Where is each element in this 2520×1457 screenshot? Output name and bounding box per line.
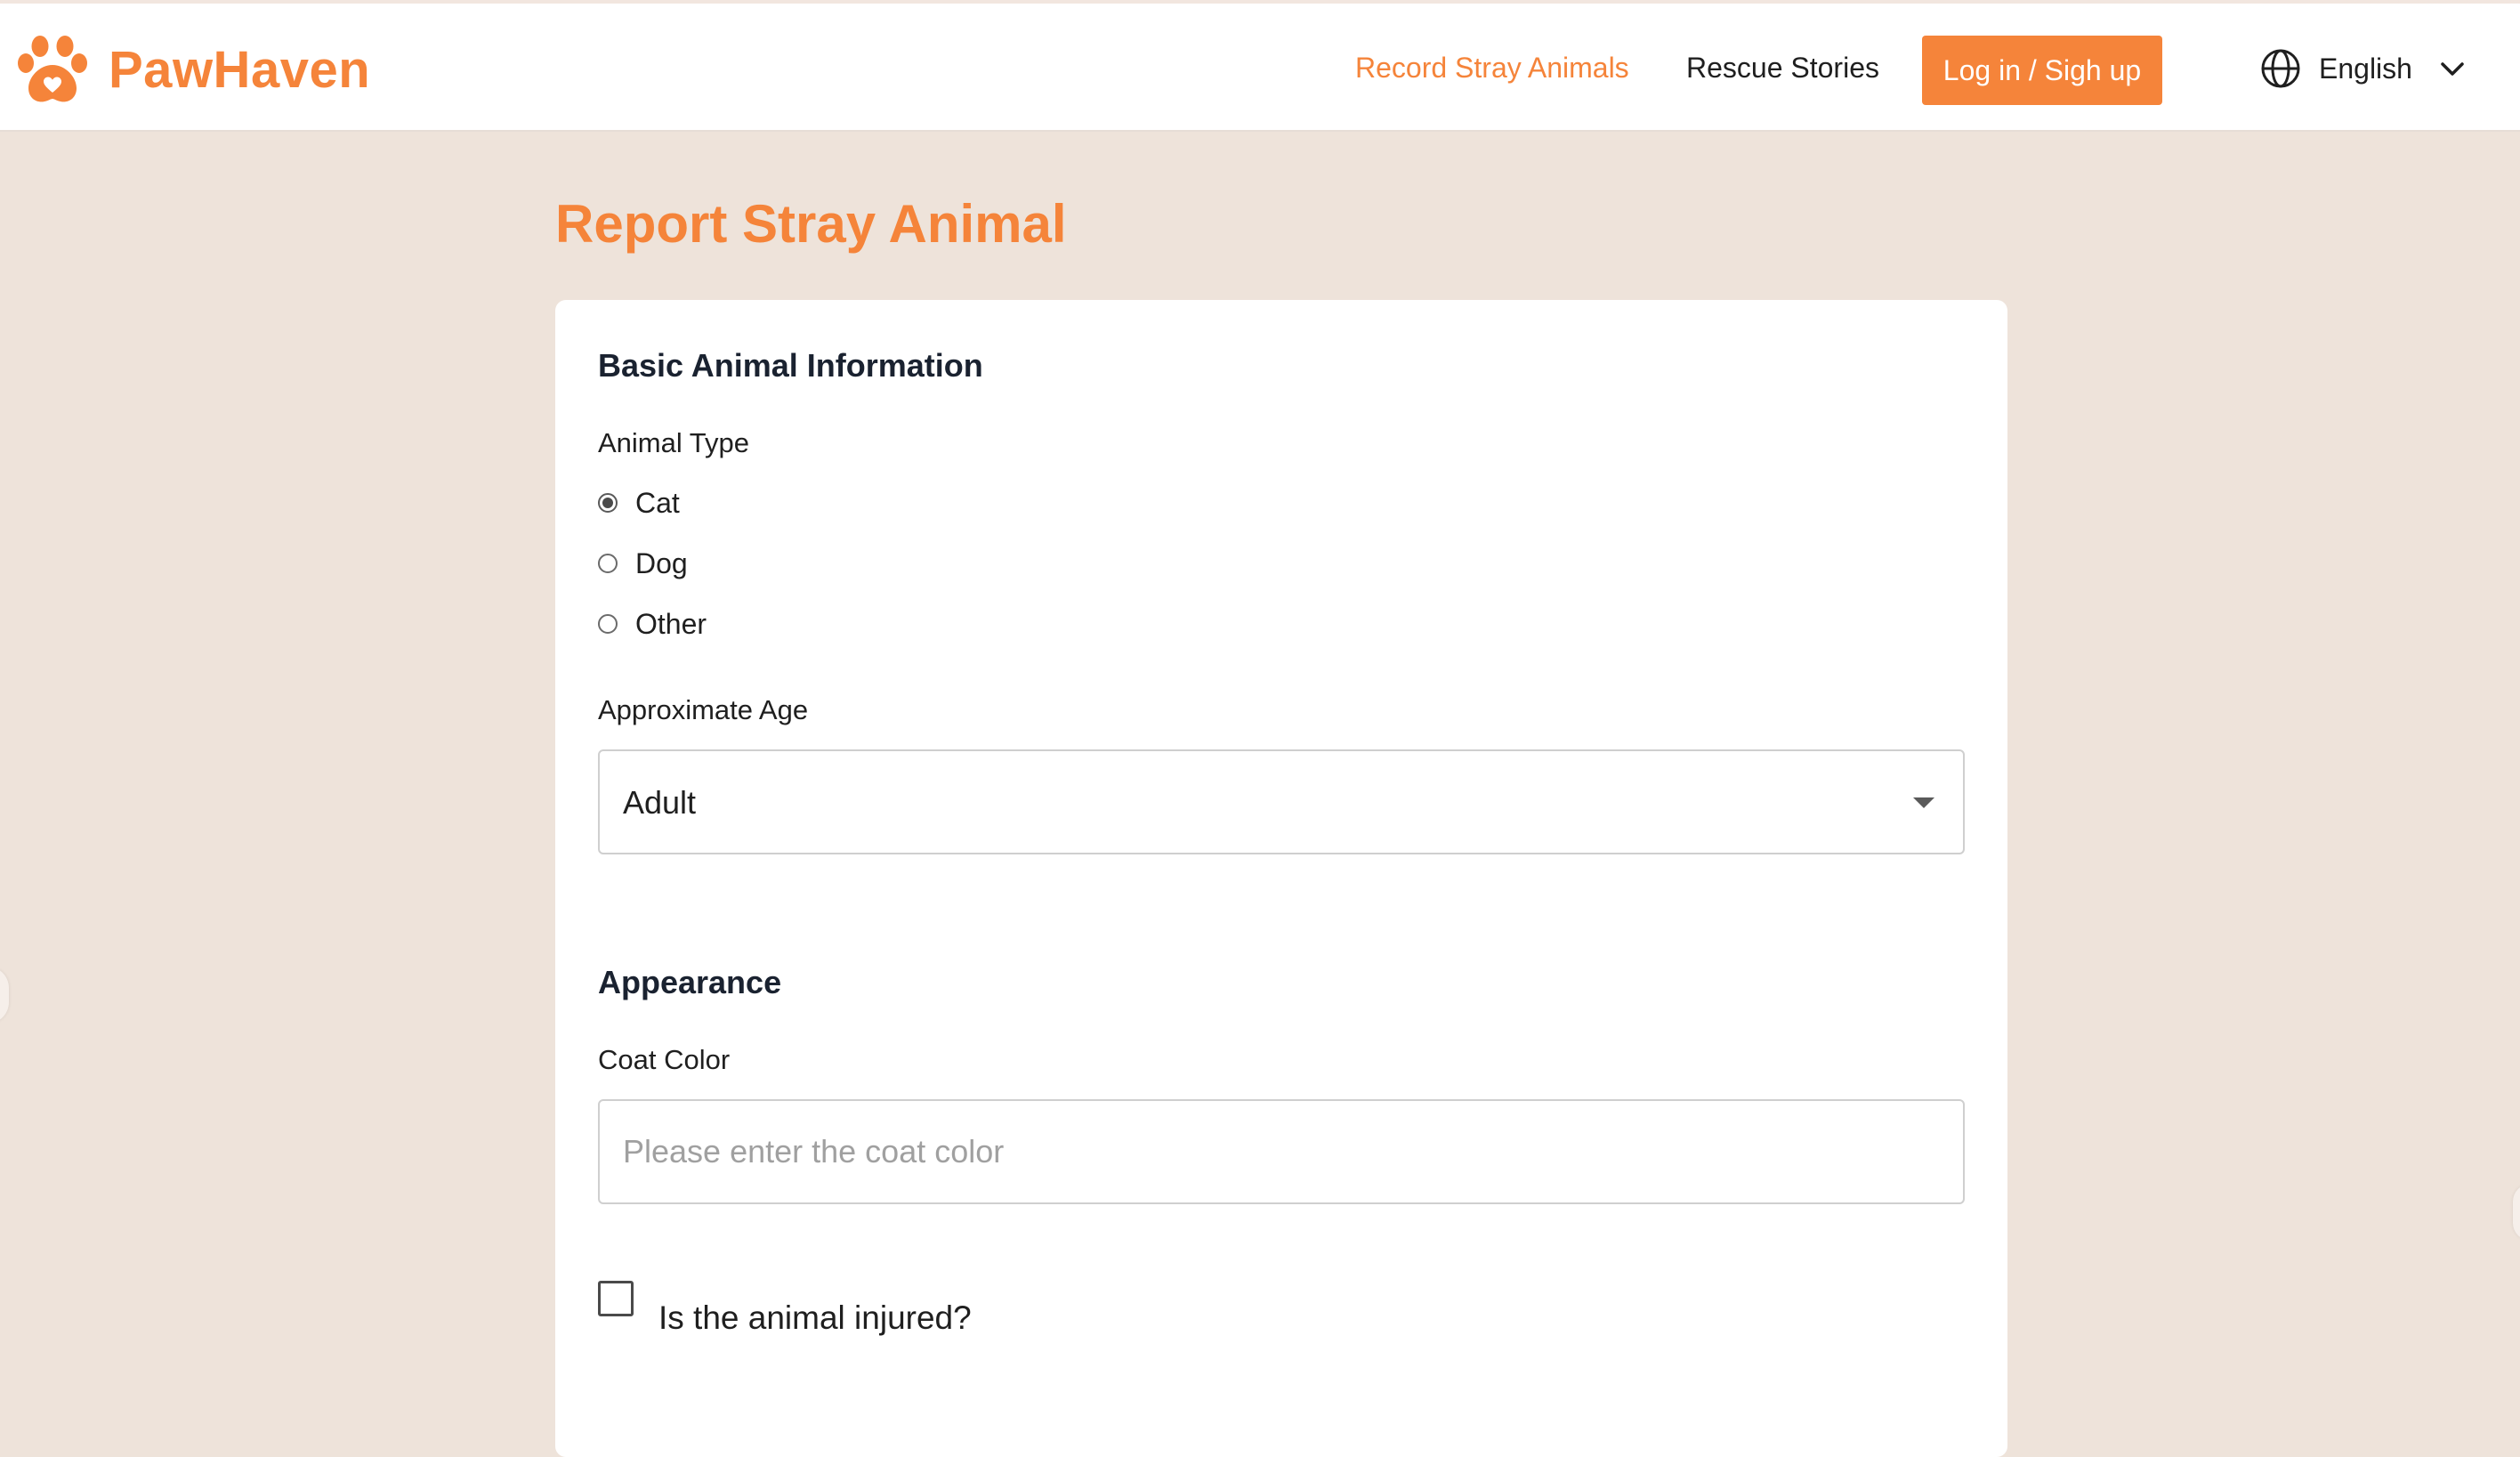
globe-icon: [2261, 49, 2300, 88]
nav-rescue-stories[interactable]: Rescue Stories: [1686, 50, 1879, 85]
chevron-down-icon: [2441, 62, 2464, 76]
radio-option-dog[interactable]: Dog: [598, 546, 688, 581]
section-title-basic-info: Basic Animal Information: [598, 347, 983, 384]
login-signup-button[interactable]: Log in / Sigh up: [1922, 36, 2162, 105]
paw-heart-icon: [18, 36, 87, 102]
animal-type-label: Animal Type: [598, 427, 750, 458]
language-selector[interactable]: English: [2260, 46, 2468, 91]
coat-color-label: Coat Color: [598, 1044, 731, 1075]
approximate-age-value: Adult: [623, 784, 697, 821]
left-edge-handle[interactable]: [0, 967, 9, 1024]
section-title-appearance: Appearance: [598, 964, 782, 1000]
radio-button-dog[interactable]: [598, 554, 618, 573]
language-label: English: [2319, 52, 2412, 85]
injured-checkbox[interactable]: [598, 1281, 634, 1316]
radio-option-cat[interactable]: Cat: [598, 485, 680, 521]
radio-label-other: Other: [635, 607, 707, 640]
radio-label-dog: Dog: [635, 546, 688, 579]
radio-button-cat[interactable]: [598, 493, 618, 513]
approximate-age-select[interactable]: Adult: [598, 749, 1965, 854]
radio-label-cat: Cat: [635, 486, 680, 519]
top-navigation-bar: PawHaven Record Stray Animals Rescue Sto…: [0, 4, 2520, 132]
page-title: Report Stray Animal: [555, 194, 1067, 254]
approximate-age-label: Approximate Age: [598, 694, 809, 725]
injured-checkbox-label: Is the animal injured?: [658, 1299, 972, 1336]
radio-button-other[interactable]: [598, 614, 618, 634]
brand-name: PawHaven: [109, 40, 371, 99]
coat-color-input[interactable]: [598, 1099, 1965, 1204]
dropdown-caret-icon: [1913, 797, 1934, 808]
radio-option-other[interactable]: Other: [598, 606, 707, 642]
report-form-card: Basic Animal Information Animal Type Cat…: [555, 300, 2007, 1457]
nav-record-stray-animals[interactable]: Record Stray Animals: [1355, 50, 1629, 85]
right-edge-handle[interactable]: [2513, 1184, 2520, 1241]
brand-logo-link[interactable]: PawHaven: [16, 32, 370, 107]
